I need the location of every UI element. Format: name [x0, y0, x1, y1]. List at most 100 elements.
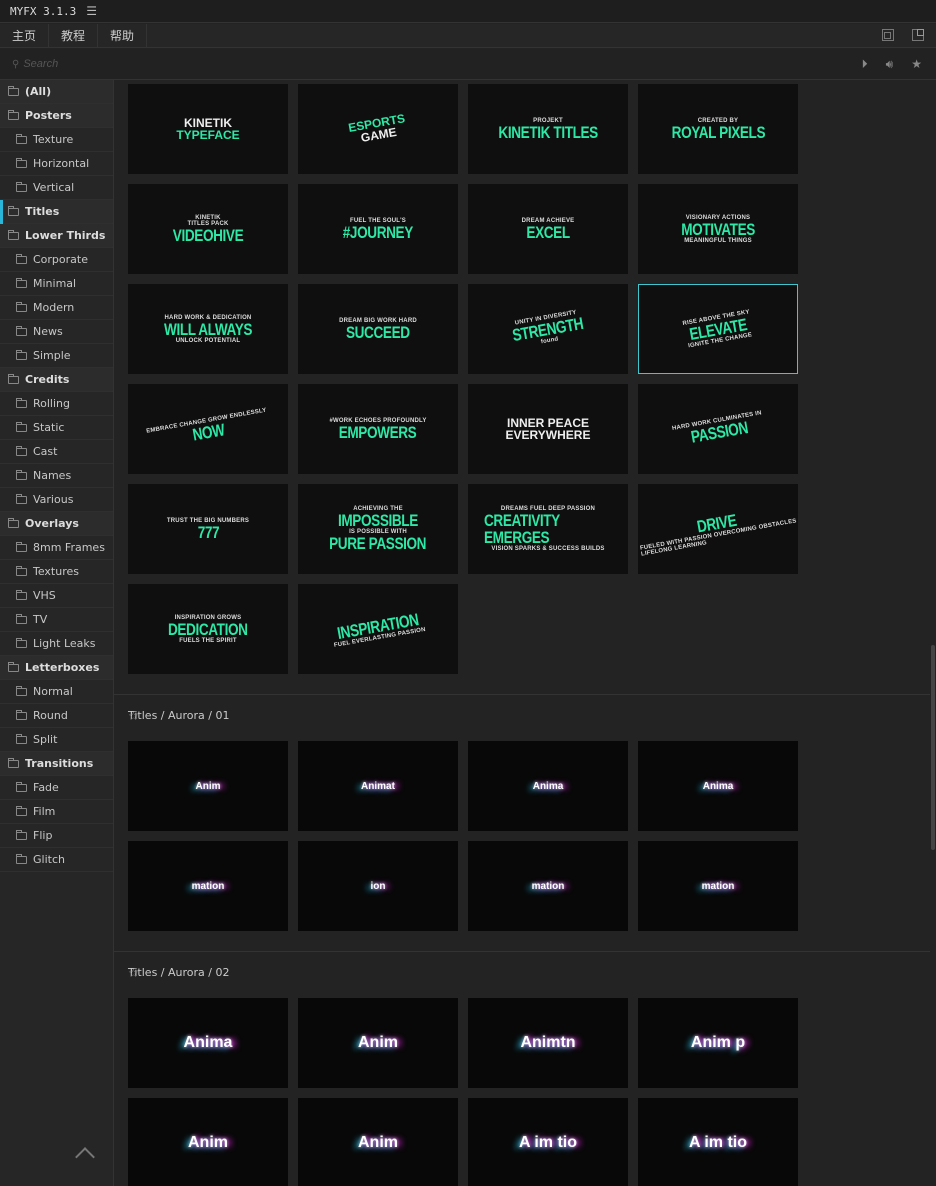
template-thumbnail[interactable]: #WORK ECHOES PROFOUNDLY EMPOWERS: [298, 384, 458, 474]
template-thumbnail[interactable]: INSPIRATION FUEL EVERLASTING PASSION: [298, 584, 458, 674]
sidebar-item[interactable]: Posters: [0, 104, 113, 128]
animation-thumbnail[interactable]: Anima: [468, 741, 628, 831]
thumbnail-text: mation: [531, 880, 565, 892]
sidebar-item[interactable]: Overlays: [0, 512, 113, 536]
sidebar-item[interactable]: Credits: [0, 368, 113, 392]
thumbnail-text: mation: [191, 880, 225, 892]
sidebar-item-label: Corporate: [33, 253, 88, 266]
animation-thumbnail[interactable]: Anim p: [638, 998, 798, 1088]
autoplay-icon[interactable]: ⏵: [862, 57, 868, 72]
folder-icon: [16, 421, 27, 432]
template-thumbnail[interactable]: TRUST THE BIG NUMBERS 777: [128, 484, 288, 574]
favorites-star-icon[interactable]: ★: [911, 57, 922, 72]
sidebar-item[interactable]: Various: [0, 488, 113, 512]
template-thumbnail[interactable]: EMBRACE CHANGE GROW ENDLESSLY NOW: [128, 384, 288, 474]
sidebar-item[interactable]: Minimal: [0, 272, 113, 296]
animation-thumbnail[interactable]: Anima: [638, 741, 798, 831]
animation-thumbnail[interactable]: ion: [298, 841, 458, 931]
scrollbar[interactable]: [930, 80, 936, 1186]
template-thumbnail[interactable]: HARD WORK CULMINATES IN PASSION: [638, 384, 798, 474]
template-thumbnail[interactable]: PROJEKT KINETIK TITLES: [468, 84, 628, 174]
sidebar-item[interactable]: Glitch: [0, 848, 113, 872]
favorite-star-icon[interactable]: ☆: [128, 709, 920, 723]
template-thumbnail[interactable]: DREAM ACHIEVE EXCEL: [468, 184, 628, 274]
section-header: Titles / Aurora / 02 ☆: [114, 951, 930, 997]
template-thumbnail[interactable]: UNITY IN DIVERSITY STRENGTH found: [468, 284, 628, 374]
sidebar-item[interactable]: Simple: [0, 344, 113, 368]
sidebar-item[interactable]: Names: [0, 464, 113, 488]
sidebar-item[interactable]: VHS: [0, 584, 113, 608]
sidebar-item[interactable]: Textures: [0, 560, 113, 584]
tab-home[interactable]: 主页: [0, 24, 50, 47]
animation-thumbnail[interactable]: mation: [468, 841, 628, 931]
popout-window-icon[interactable]: [912, 29, 924, 41]
sidebar-item[interactable]: 8mm Frames: [0, 536, 113, 560]
animation-thumbnail[interactable]: A im tio: [468, 1098, 628, 1186]
hamburger-icon[interactable]: ☰: [86, 4, 97, 18]
volume-icon[interactable]: 🔊︎: [886, 57, 894, 72]
sidebar-item[interactable]: Vertical: [0, 176, 113, 200]
sidebar-item[interactable]: Titles: [0, 200, 113, 224]
template-thumbnail[interactable]: RISE ABOVE THE SKY ELEVATE IGNITE THE CHAN…: [638, 284, 798, 374]
template-thumbnail[interactable]: ESPORTS GAME: [298, 84, 458, 174]
thumbnail-text: WILL ALWAYS: [163, 319, 253, 339]
folder-icon: [16, 781, 27, 792]
sidebar-item[interactable]: Transitions: [0, 752, 113, 776]
sidebar-item[interactable]: Letterboxes: [0, 656, 113, 680]
sidebar-item[interactable]: Cast: [0, 440, 113, 464]
sidebar-item[interactable]: Light Leaks: [0, 632, 113, 656]
template-thumbnail[interactable]: KINETIK TITLES PACK VIDEOHIVE: [128, 184, 288, 274]
template-thumbnail[interactable]: INNER PEACE EVERYWHERE: [468, 384, 628, 474]
sidebar-item[interactable]: Normal: [0, 680, 113, 704]
animation-thumbnail[interactable]: Anima: [128, 998, 288, 1088]
template-thumbnail[interactable]: FUEL THE SOUL'S #JOURNEY: [298, 184, 458, 274]
sidebar-item[interactable]: Texture: [0, 128, 113, 152]
sidebar-item[interactable]: Fade: [0, 776, 113, 800]
sidebar-item[interactable]: News: [0, 320, 113, 344]
template-thumbnail[interactable]: INSPIRATION GROWS DEDICATION FUELS THE SPI…: [128, 584, 288, 674]
animation-thumbnail[interactable]: Anim: [298, 1098, 458, 1186]
animation-thumbnail[interactable]: Anim: [128, 741, 288, 831]
sidebar-item[interactable]: Static: [0, 416, 113, 440]
favorite-star-icon[interactable]: ☆: [128, 966, 920, 980]
sidebar-item[interactable]: Round: [0, 704, 113, 728]
sidebar-item[interactable]: (All): [0, 80, 113, 104]
template-thumbnail[interactable]: KINETIK TYPEFACE: [128, 84, 288, 174]
tab-tutorials[interactable]: 教程: [49, 24, 99, 47]
animation-thumbnail[interactable]: Animtn: [468, 998, 628, 1088]
tab-help[interactable]: 帮助: [98, 24, 148, 47]
sidebar-item-label: Rolling: [33, 397, 71, 410]
template-thumbnail[interactable]: HARD WORK & DEDICATION WILL ALWAYS UNLOCK …: [128, 284, 288, 374]
restore-window-icon[interactable]: [882, 29, 894, 41]
template-thumbnail[interactable]: ACHIEVING THE IMPOSSIBLE IS POSSIBLE WITH P…: [298, 484, 458, 574]
scrollbar-thumb[interactable]: [931, 645, 935, 850]
thumbnail-text: ion: [370, 880, 386, 892]
sidebar-item[interactable]: Flip: [0, 824, 113, 848]
sidebar-item[interactable]: Modern: [0, 296, 113, 320]
sidebar-item[interactable]: Rolling: [0, 392, 113, 416]
animation-thumbnail[interactable]: Animat: [298, 741, 458, 831]
template-thumbnail[interactable]: VISIONARY ACTIONS MOTIVATES MEANINGFUL THI…: [638, 184, 798, 274]
sidebar-item[interactable]: TV: [0, 608, 113, 632]
sidebar-item-label: Texture: [33, 133, 74, 146]
animation-thumbnail[interactable]: Anim: [298, 998, 458, 1088]
animation-thumbnail[interactable]: mation: [638, 841, 798, 931]
template-thumbnail[interactable]: DREAMS FUEL DEEP PASSION CREATIVITY EMERG…: [468, 484, 628, 574]
animation-thumbnail[interactable]: mation: [128, 841, 288, 931]
animation-thumbnail[interactable]: A im tio: [638, 1098, 798, 1186]
folder-icon: [16, 829, 27, 840]
sidebar-item[interactable]: Horizontal: [0, 152, 113, 176]
template-thumbnail[interactable]: DRIVE FUELED WITH PASSION OVERCOMING OBST…: [638, 484, 798, 574]
thumbnail-text: KINETIK TITLES: [498, 122, 598, 142]
sidebar-item[interactable]: Film: [0, 800, 113, 824]
sidebar-item[interactable]: Corporate: [0, 248, 113, 272]
sidebar-item[interactable]: Lower Thirds: [0, 224, 113, 248]
template-thumbnail[interactable]: DREAM BIG WORK HARD SUCCEED: [298, 284, 458, 374]
animation-thumbnail[interactable]: Anim: [128, 1098, 288, 1186]
template-thumbnail[interactable]: CREATED BY ROYAL PIXELS: [638, 84, 798, 174]
thumbnail-text: Animat: [361, 780, 395, 792]
thumbnail-text: EXCEL: [526, 222, 570, 242]
sidebar-item-label: Modern: [33, 301, 75, 314]
sidebar-item[interactable]: Split: [0, 728, 113, 752]
search-input[interactable]: [23, 58, 224, 70]
